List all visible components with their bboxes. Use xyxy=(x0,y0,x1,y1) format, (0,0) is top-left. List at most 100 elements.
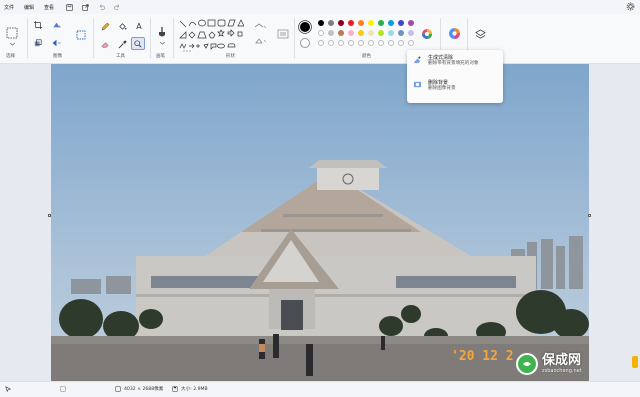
color-swatch[interactable] xyxy=(398,20,404,26)
custom-color-slot[interactable] xyxy=(388,40,394,46)
selection-icon xyxy=(60,386,66,392)
select-dropdown-chevron-icon[interactable] xyxy=(8,42,16,47)
divider xyxy=(173,18,174,58)
image-dimensions: 4032 × 2688像素 xyxy=(115,386,163,392)
group-label-brushes: 画笔 xyxy=(156,54,165,59)
remove-background-icon xyxy=(413,80,422,92)
group-label-colors: 颜色 xyxy=(362,54,371,59)
side-panel-tab[interactable] xyxy=(632,356,638,368)
color-swatch[interactable] xyxy=(398,30,404,36)
magnifier-icon[interactable] xyxy=(131,37,145,50)
color-swatch[interactable] xyxy=(358,30,364,36)
watermark-brand: 保成网 xyxy=(542,353,582,368)
save-icon[interactable] xyxy=(64,2,74,12)
disk-icon xyxy=(172,386,178,392)
divider xyxy=(150,18,151,58)
color-swatch[interactable] xyxy=(348,20,354,26)
group-label-shapes: 形状 xyxy=(226,54,235,59)
custom-color-slot[interactable] xyxy=(338,40,344,46)
resize-handle-left[interactable] xyxy=(48,214,51,217)
group-label-tools: 工具 xyxy=(116,54,125,59)
custom-color-slot[interactable] xyxy=(348,40,354,46)
color-picker-icon[interactable] xyxy=(116,38,128,50)
divider xyxy=(294,18,295,58)
color-swatch[interactable] xyxy=(338,30,344,36)
menu-file[interactable]: 文件 xyxy=(4,4,14,11)
rotate-icon[interactable] xyxy=(50,20,62,30)
group-label-image: 图像 xyxy=(53,54,62,59)
color-swatch[interactable] xyxy=(368,30,374,36)
brush-dropdown-chevron-icon[interactable] xyxy=(158,41,166,46)
settings-gear-icon[interactable] xyxy=(626,2,636,12)
color-swatch[interactable] xyxy=(378,30,384,36)
divider xyxy=(27,18,28,58)
cursor-arrow-icon xyxy=(5,386,11,392)
menu-bar: 文件 编辑 查看 xyxy=(0,0,640,14)
custom-color-slot[interactable] xyxy=(378,40,384,46)
primary-color-swatch[interactable] xyxy=(299,21,311,33)
custom-color-slot[interactable] xyxy=(408,40,414,46)
custom-color-slot[interactable] xyxy=(368,40,374,46)
generative-erase-item[interactable]: 生成式清除 删除带有背景填充的对象 xyxy=(413,55,479,67)
watermark-url: zsbaocheng.net xyxy=(542,368,582,374)
generative-erase-desc: 删除带有背景填充的对象 xyxy=(428,61,479,66)
select-button[interactable] xyxy=(5,25,19,41)
eraser-icon[interactable] xyxy=(99,38,111,50)
menu-edit[interactable]: 编辑 xyxy=(24,4,34,11)
shapes-gallery[interactable] xyxy=(178,18,244,52)
resize-icon[interactable] xyxy=(33,38,43,48)
watermark-logo-icon xyxy=(516,353,538,375)
watermark-badge: 保成网 zsbaocheng.net xyxy=(516,353,582,375)
custom-color-slot[interactable] xyxy=(318,40,324,46)
generative-erase-icon xyxy=(413,55,422,67)
cocreator-icon[interactable] xyxy=(446,25,462,41)
color-swatch[interactable] xyxy=(338,20,344,26)
file-size: 大小: 2.9MB xyxy=(172,386,208,392)
color-swatch[interactable] xyxy=(388,30,394,36)
color-swatch[interactable] xyxy=(328,20,334,26)
cursor-position xyxy=(5,386,11,392)
remove-background-desc: 删除图像背景 xyxy=(428,86,456,91)
flip-icon[interactable] xyxy=(50,38,62,48)
group-label-select: 选择 xyxy=(6,54,15,59)
color-swatch[interactable] xyxy=(358,20,364,26)
fill-bucket-icon[interactable] xyxy=(116,20,128,32)
secondary-color-swatch[interactable] xyxy=(300,38,310,48)
file-size-text: 大小: 2.9MB xyxy=(181,387,208,392)
status-bar: 4032 × 2688像素 大小: 2.9MB xyxy=(0,381,640,397)
menu-view[interactable]: 查看 xyxy=(44,4,54,11)
size-icon[interactable] xyxy=(276,26,290,42)
custom-color-slot[interactable] xyxy=(328,40,334,46)
undo-icon[interactable] xyxy=(96,2,106,12)
resize-handle-right[interactable] xyxy=(588,214,591,217)
layers-icon[interactable] xyxy=(473,27,487,41)
color-swatch[interactable] xyxy=(348,30,354,36)
photo-museum: '20 12 2 xyxy=(51,64,589,381)
brush-icon[interactable] xyxy=(155,24,169,40)
color-swatch[interactable] xyxy=(318,20,324,26)
ribbon-toolbar: 选择 图像 A 工具 画笔 形状 颜色 xyxy=(0,14,640,64)
color-swatch[interactable] xyxy=(378,20,384,26)
image-canvas[interactable]: '20 12 2 保成网 zsbaocheng.net xyxy=(51,64,589,381)
fill-icon[interactable] xyxy=(253,36,267,46)
color-swatch[interactable] xyxy=(408,20,414,26)
share-icon[interactable] xyxy=(80,2,90,12)
custom-color-slot[interactable] xyxy=(398,40,404,46)
color-swatch[interactable] xyxy=(408,30,414,36)
custom-color-slot[interactable] xyxy=(358,40,364,46)
photo-date-stamp: '20 12 2 xyxy=(451,349,514,364)
color-swatch[interactable] xyxy=(368,20,374,26)
image-properties-icon[interactable] xyxy=(75,29,87,41)
color-swatch[interactable] xyxy=(328,30,334,36)
color-swatch[interactable] xyxy=(388,20,394,26)
ai-tools-popup: 生成式清除 删除带有背景填充的对象 删除背景 删除图像背景 xyxy=(407,50,503,103)
remove-background-item[interactable]: 删除背景 删除图像背景 xyxy=(413,80,456,92)
outline-icon[interactable] xyxy=(253,22,267,32)
text-tool-icon[interactable]: A xyxy=(133,20,145,32)
crop-icon[interactable] xyxy=(33,20,43,30)
redo-icon[interactable] xyxy=(112,2,122,12)
edit-colors-icon[interactable] xyxy=(420,27,434,41)
color-swatch[interactable] xyxy=(318,30,324,36)
dimensions-icon xyxy=(115,386,121,392)
pencil-icon[interactable] xyxy=(99,20,111,32)
